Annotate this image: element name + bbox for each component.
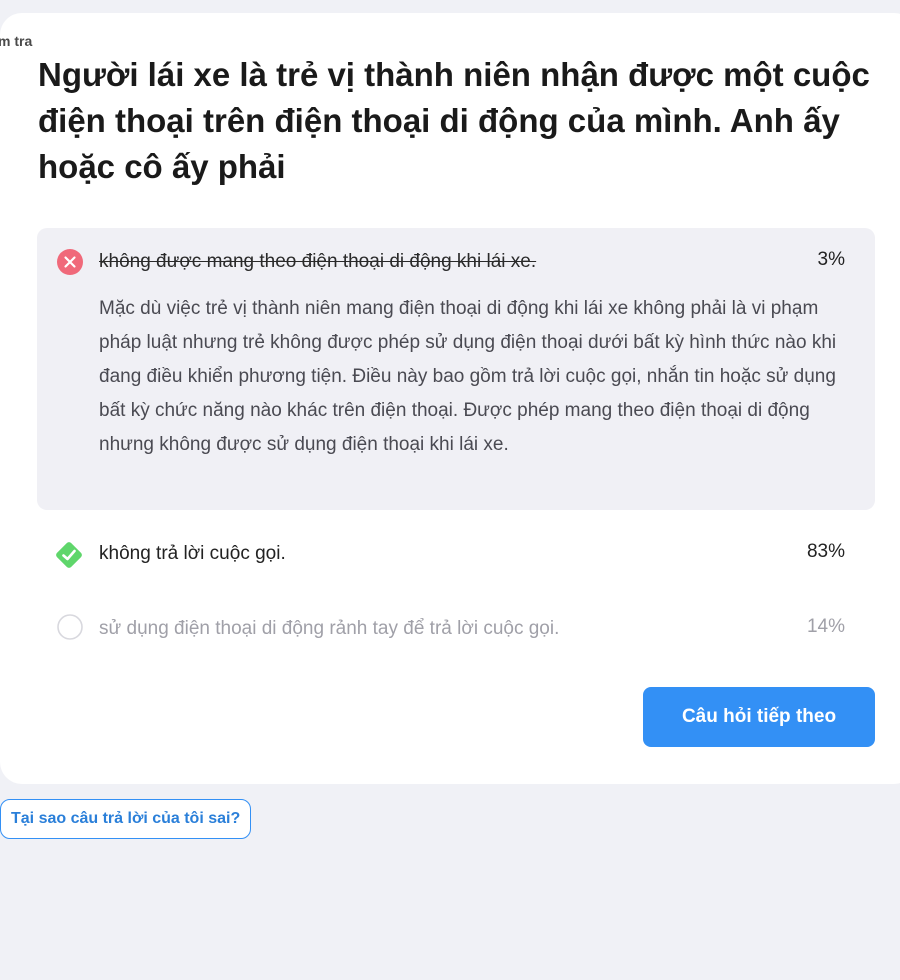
answer-label: không được mang theo điện thoại di động … <box>99 251 537 272</box>
answer-label: sử dụng điện thoại di động rảnh tay để t… <box>99 618 560 639</box>
answer-option-unselected[interactable]: sử dụng điện thoại di động rảnh tay để t… <box>37 602 875 652</box>
answer-percent: 14% <box>806 616 845 637</box>
question-text: Người lái xe là trẻ vị thành niên nhận đ… <box>38 56 870 185</box>
next-question-button[interactable]: Câu hỏi tiếp theo <box>643 687 875 747</box>
answer-percent: 83% <box>806 541 845 562</box>
answer-percent: 3% <box>817 249 845 270</box>
answer-option-wrong[interactable]: không được mang theo điện thoại di động … <box>37 228 875 510</box>
check-diamond-icon <box>53 539 85 571</box>
why-wrong-button[interactable]: Tại sao câu trả lời của tôi sai? <box>0 799 252 839</box>
answer-option-correct[interactable]: không trả lời cuộc gọi. 83% <box>37 527 875 577</box>
breadcrumb: m tra <box>0 33 33 49</box>
quiz-page: m tra Người lái xe là trẻ vị thành niên … <box>0 0 900 980</box>
answer-label: không trả lời cuộc gọi. <box>99 543 286 564</box>
answer-explanation: Mặc dù việc trẻ vị thành niên mang điện … <box>99 298 837 455</box>
x-circle-icon <box>57 249 83 275</box>
empty-circle-icon <box>57 614 83 640</box>
